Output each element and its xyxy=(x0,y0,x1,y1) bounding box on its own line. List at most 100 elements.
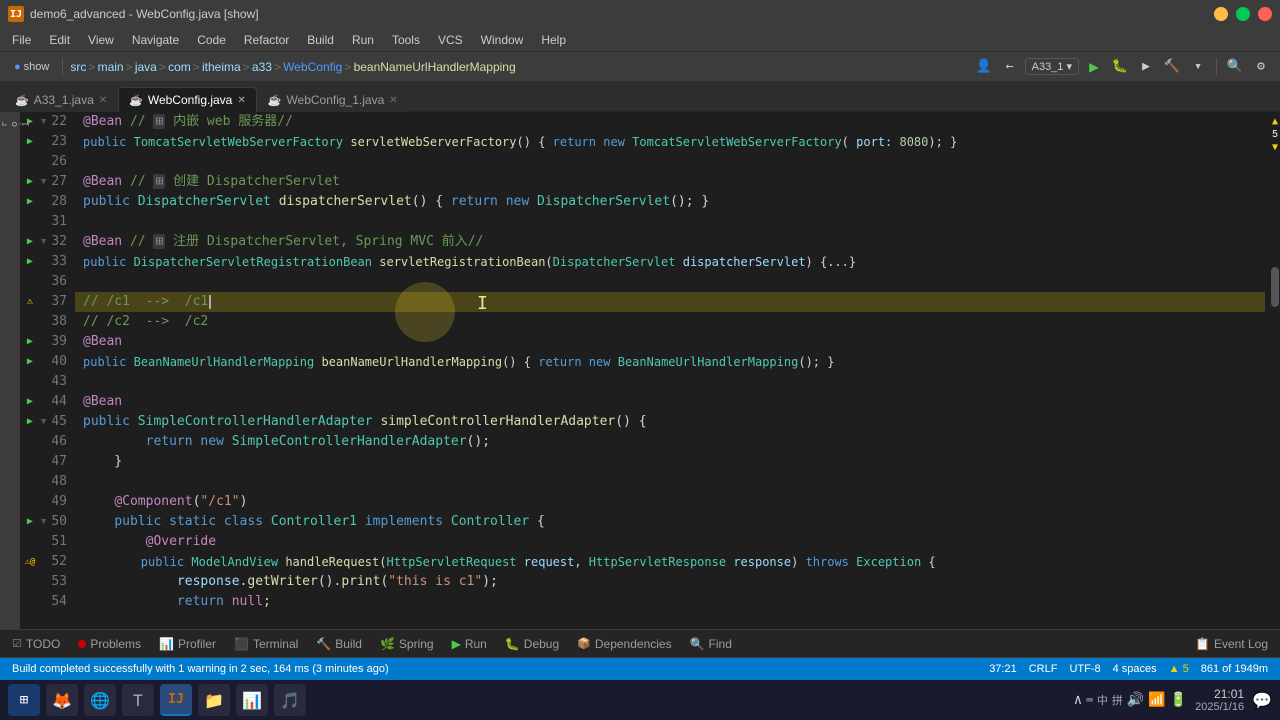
search-icon[interactable]: 🔍 xyxy=(1224,56,1246,78)
debug-icon[interactable]: 🐛 xyxy=(1109,56,1131,78)
bottom-tab-eventlog[interactable]: 📋 Event Log xyxy=(1187,634,1276,654)
line-num-33: ▶ 33 xyxy=(20,252,67,272)
fold-22[interactable]: ▼ xyxy=(39,112,48,132)
taskbar-network-icon[interactable]: 📶 xyxy=(1148,692,1165,708)
title-bar: IJ demo6_advanced - WebConfig.java [show… xyxy=(0,0,1280,28)
menu-code[interactable]: Code xyxy=(189,31,234,49)
tab-webconfig1[interactable]: ☕ WebConfig_1.java ✕ xyxy=(257,87,409,112)
menu-view[interactable]: View xyxy=(80,31,122,49)
tab-a33-close[interactable]: ✕ xyxy=(99,95,107,106)
code-line-49: @Component ( "/c1" ) xyxy=(75,492,1265,512)
profile-icon[interactable]: 👤 xyxy=(973,56,995,78)
line-num-50: ▶ ▼ 50 xyxy=(20,512,67,532)
bottom-tab-run[interactable]: ▶ Run xyxy=(444,634,495,654)
bottom-tab-profiler[interactable]: 📊 Profiler xyxy=(151,634,224,654)
menu-edit[interactable]: Edit xyxy=(41,31,78,49)
minimize-button[interactable] xyxy=(1214,7,1228,21)
taskbar-explorer[interactable]: 📁 xyxy=(198,684,230,716)
menu-navigate[interactable]: Navigate xyxy=(124,31,187,49)
breadcrumb-com[interactable]: com xyxy=(168,60,191,74)
bottom-tab-spring[interactable]: 🌿 Spring xyxy=(372,634,442,654)
bottom-tab-terminal[interactable]: ⬛ Terminal xyxy=(226,634,306,654)
taskbar-ie[interactable]: 🌐 xyxy=(84,684,116,716)
bottom-tab-find[interactable]: 🔍 Find xyxy=(682,634,740,654)
menu-help[interactable]: Help xyxy=(533,31,574,49)
menu-refactor[interactable]: Refactor xyxy=(236,31,297,49)
code-line-54: return null ; xyxy=(75,592,1265,612)
breadcrumb-method[interactable]: beanNameUrlHandlerMapping xyxy=(354,60,516,74)
code-lines[interactable]: @Bean // ⊞ 内嵌 web 服务器// public TomcatSer… xyxy=(75,112,1265,629)
breadcrumb-itheima[interactable]: itheima xyxy=(202,60,241,74)
status-encoding[interactable]: UTF-8 xyxy=(1065,663,1104,675)
bottom-tab-debug[interactable]: 🐛 Debug xyxy=(497,634,567,654)
sidebar-project-icon[interactable]: Proj xyxy=(2,116,18,132)
taskbar-firefox[interactable]: 🦊 xyxy=(46,684,78,716)
code-line-31 xyxy=(75,212,1265,232)
status-indent[interactable]: 4 spaces xyxy=(1109,663,1161,675)
breadcrumb-a33[interactable]: a33 xyxy=(252,60,272,74)
menu-tools[interactable]: Tools xyxy=(384,31,428,49)
taskbar-pinyin-icon[interactable]: 拼 xyxy=(1112,692,1123,708)
status-line-ending[interactable]: CRLF xyxy=(1025,663,1062,675)
status-position[interactable]: 37:21 xyxy=(985,663,1021,675)
taskbar-notification-icon[interactable]: 💬 xyxy=(1252,691,1272,710)
marker-50: ▶ xyxy=(24,512,36,532)
menu-window[interactable]: Window xyxy=(473,31,532,49)
taskbar-ppt[interactable]: 📊 xyxy=(236,684,268,716)
status-warning: ▲ 5 xyxy=(1165,663,1193,675)
bottom-tab-problems-label: Problems xyxy=(90,637,141,651)
right-scroll-panel[interactable]: ▲ 5 ▼ xyxy=(1265,112,1280,629)
tab-java-icon-3: ☕ xyxy=(268,94,282,107)
taskbar-media[interactable]: 🎵 xyxy=(274,684,306,716)
run-button[interactable]: ▶ xyxy=(1083,56,1105,78)
breadcrumb-webconfig[interactable]: WebConfig xyxy=(283,60,342,74)
line-num-53: 53 xyxy=(20,572,67,592)
build-icon[interactable]: 🔨 xyxy=(1161,56,1183,78)
taskbar-battery-icon[interactable]: 🔋 xyxy=(1170,692,1187,708)
bottom-tab-problems[interactable]: Problems xyxy=(70,634,149,654)
breadcrumb-main[interactable]: main xyxy=(98,60,124,74)
tab-webconfig1-close[interactable]: ✕ xyxy=(389,95,397,106)
bottom-tab-build[interactable]: 🔨 Build xyxy=(308,634,370,654)
bottom-tab-eventlog-label: Event Log xyxy=(1214,637,1268,651)
code-line-32: @Bean // ⊞ 注册 DispatcherServlet, Spring … xyxy=(75,232,1265,252)
tab-webconfig-close[interactable]: ✕ xyxy=(237,95,245,106)
editor-area[interactable]: ▶ ▼ 22 ▶ 23 26 ▶ ▼ 27 xyxy=(20,112,1280,629)
taskbar-intellij[interactable]: IJ xyxy=(160,684,192,716)
start-button[interactable]: ⊞ xyxy=(8,684,40,716)
taskbar-volume-icon[interactable]: 🔊 xyxy=(1127,692,1144,708)
menu-file[interactable]: File xyxy=(4,31,39,49)
code-line-38: // /c2 --> /c2 xyxy=(75,312,1265,332)
taskbar-notepad[interactable]: T xyxy=(122,684,154,716)
line-num-40: ▶ 40 xyxy=(20,352,67,372)
menu-vcs[interactable]: VCS xyxy=(430,31,471,49)
line-num-26: 26 xyxy=(20,152,67,172)
bottom-tab-run-label: Run xyxy=(465,637,487,651)
taskbar-up-arrow[interactable]: ∧ xyxy=(1074,692,1082,708)
back-icon[interactable]: ← xyxy=(999,56,1021,78)
menu-run[interactable]: Run xyxy=(344,31,382,49)
line-num-48: 48 xyxy=(20,472,67,492)
app-icon-label: IJ xyxy=(10,9,22,20)
scroll-thumb[interactable] xyxy=(1271,267,1279,307)
breadcrumb-src[interactable]: src xyxy=(70,60,86,74)
tab-a33[interactable]: ☕ A33_1.java ✕ xyxy=(4,87,118,112)
bottom-tab-dependencies[interactable]: 📦 Dependencies xyxy=(569,634,679,654)
down-icon[interactable]: ▾ xyxy=(1187,56,1209,78)
menu-build[interactable]: Build xyxy=(299,31,342,49)
settings-icon[interactable]: ⚙ xyxy=(1250,56,1272,78)
marker-32: ▶ xyxy=(24,232,36,252)
maximize-button[interactable] xyxy=(1236,7,1250,21)
breadcrumb-java[interactable]: java xyxy=(135,60,157,74)
bottom-tab-profiler-label: Profiler xyxy=(178,637,216,651)
bottom-tab-build-label: Build xyxy=(335,637,362,651)
bottom-tab-todo[interactable]: ☑ TODO xyxy=(4,634,68,654)
tab-webconfig[interactable]: ☕ WebConfig.java ✕ xyxy=(118,87,257,112)
show-button[interactable]: ● show xyxy=(8,59,55,75)
clock-time: 21:01 xyxy=(1195,687,1244,701)
coverage-icon[interactable]: ▶ xyxy=(1135,56,1157,78)
branch-selector[interactable]: A33_1 ▾ xyxy=(1025,58,1079,75)
taskbar-input-icon[interactable]: 中 xyxy=(1097,692,1108,708)
taskbar-keyboard-icon[interactable]: ⌨ xyxy=(1086,694,1093,707)
close-button[interactable] xyxy=(1258,7,1272,21)
